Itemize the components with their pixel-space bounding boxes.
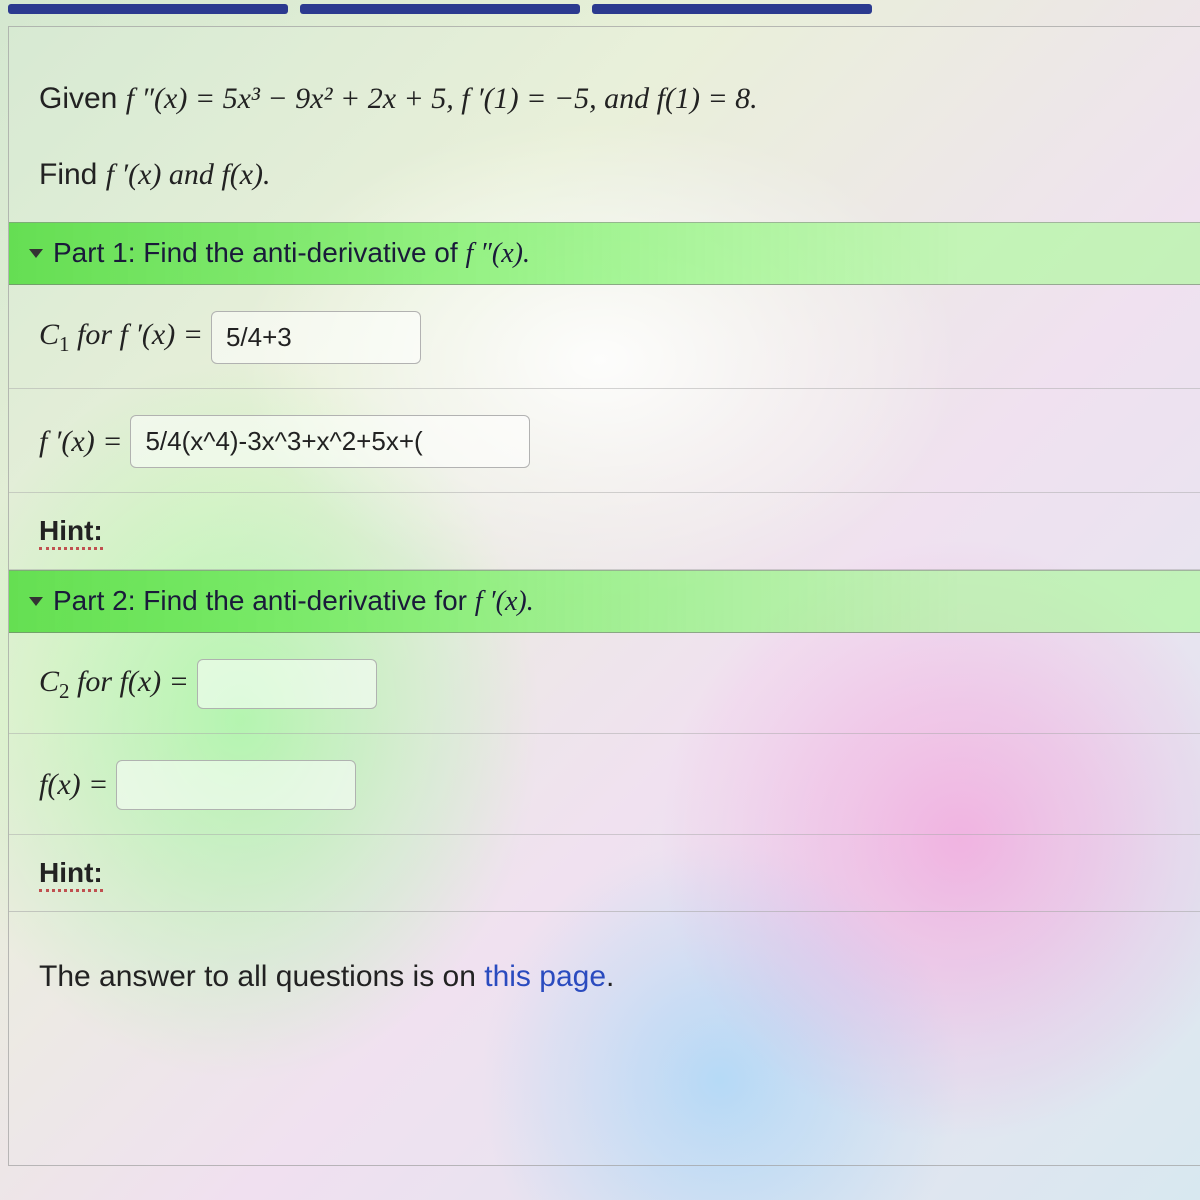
problem-panel: Given f ″(x) = 5x³ − 9x² + 2x + 5, f ′(1… (8, 26, 1200, 1166)
part2-hint-row: Hint: (9, 835, 1200, 912)
footer-note: The answer to all questions is on this p… (9, 912, 1200, 1024)
part1-hint-link[interactable]: Hint: (39, 515, 103, 550)
part2-c2-row: C2 for f(x) = (9, 633, 1200, 734)
c1-input[interactable] (211, 311, 421, 364)
part1-header-text: Part 1: Find the anti-derivative of (53, 237, 465, 268)
c2-sub: 2 (59, 679, 70, 703)
part1-header-math: f ″(x). (465, 238, 530, 269)
part1-header[interactable]: Part 1: Find the anti-derivative of f ″(… (9, 222, 1200, 285)
given-prefix: Given (39, 82, 126, 115)
find-prefix: Find (39, 158, 106, 191)
given-math: f ″(x) = 5x³ − 9x² + 2x + 5, f ′(1) = −5… (126, 82, 758, 115)
footer-post: . (606, 960, 614, 993)
chevron-down-icon (29, 249, 43, 258)
fprime-input[interactable] (130, 415, 530, 468)
c2-input[interactable] (197, 659, 377, 709)
part2-hint-link[interactable]: Hint: (39, 857, 103, 892)
nav-button-3[interactable] (592, 4, 872, 14)
fx-input[interactable] (116, 760, 356, 810)
c1-c: C (39, 318, 59, 351)
part1-c1-row: C1 for f ′(x) = (9, 285, 1200, 389)
fx-label: f(x) = (39, 768, 108, 802)
c2-c: C (39, 665, 59, 698)
problem-statement: Given f ″(x) = 5x³ − 9x² + 2x + 5, f ′(1… (9, 27, 1200, 222)
find-math: f ′(x) and f(x). (106, 158, 271, 192)
c2-post: for f(x) = (70, 665, 189, 698)
nav-button-1[interactable] (8, 4, 288, 14)
c1-sub: 1 (59, 332, 70, 356)
part1-fprime-row: f ′(x) = (9, 389, 1200, 493)
footer-link[interactable]: this page (484, 960, 606, 993)
part2-fx-row: f(x) = (9, 734, 1200, 835)
c1-post: for f ′(x) = (70, 318, 203, 351)
part2-header-text: Part 2: Find the anti-derivative for (53, 585, 475, 616)
chevron-down-icon (29, 597, 43, 606)
top-button-bar (0, 0, 1200, 18)
part2-header[interactable]: Part 2: Find the anti-derivative for f ′… (9, 570, 1200, 633)
footer-pre: The answer to all questions is on (39, 960, 484, 993)
nav-button-2[interactable] (300, 4, 580, 14)
fprime-label: f ′(x) = (39, 425, 122, 459)
part2-header-math: f ′(x). (475, 586, 534, 617)
part1-hint-row: Hint: (9, 493, 1200, 570)
